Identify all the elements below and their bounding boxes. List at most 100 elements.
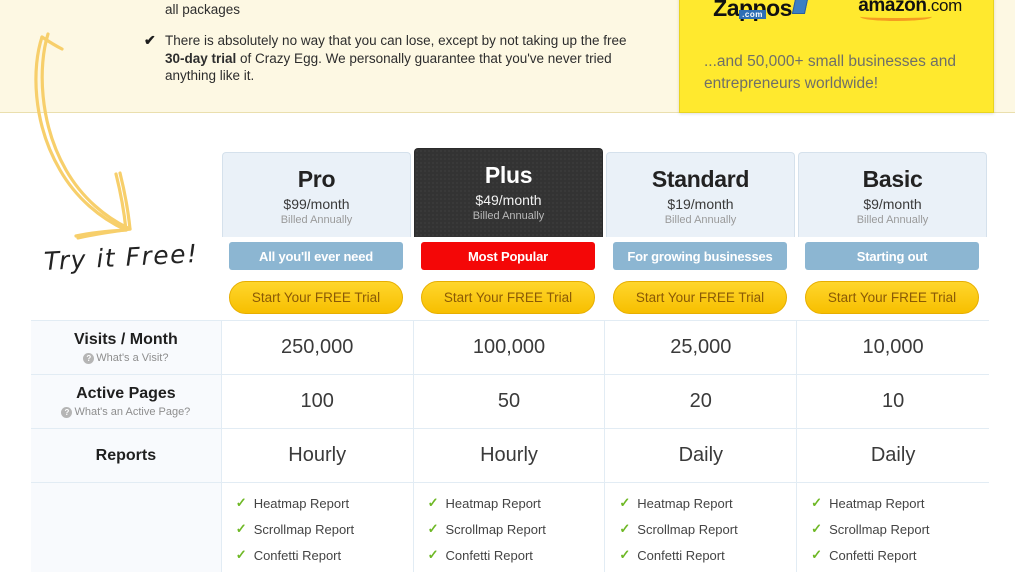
row-label-active-pages: Active Pages ? What's an Active Page? xyxy=(31,375,222,428)
row-label-empty xyxy=(31,483,222,572)
amazon-swoosh-icon xyxy=(860,12,933,21)
packages-partial-text: all packages xyxy=(165,2,241,17)
features-plus: ✓ Heatmap Report ✓ Scrollmap Report ✓ Confe… xyxy=(413,483,606,572)
plan-billing: Billed Annually xyxy=(664,214,737,226)
table-row: Active Pages ? What's an Active Page? 10… xyxy=(31,374,989,428)
feature-item: ✓ Scrollmap Report xyxy=(811,521,929,537)
guarantee-text-before: There is absolutely no way that you can … xyxy=(165,33,627,48)
plan-billing: Billed Annually xyxy=(280,214,353,226)
feature-label: Scrollmap Report xyxy=(637,521,738,537)
cell-reports-plus: Hourly xyxy=(413,429,606,482)
plan-name: Plus xyxy=(484,162,533,188)
feature-item: ✓ Heatmap Report xyxy=(428,495,541,511)
plan-price: $9/month xyxy=(863,196,922,212)
plan-billing: Billed Annually xyxy=(472,210,545,222)
table-row: ✓ Heatmap Report ✓ Scrollmap Report ✓ Confe… xyxy=(31,482,989,572)
pricing-header-row: Pro $99/month Billed Annually All you'll… xyxy=(31,148,989,320)
check-icon: ✓ xyxy=(619,495,631,510)
features-basic: ✓ Heatmap Report ✓ Scrollmap Report ✓ Confe… xyxy=(797,483,989,572)
question-mark-icon: ? xyxy=(61,406,73,418)
question-mark-icon: ? xyxy=(83,352,95,364)
feature-item: ✓ Confetti Report xyxy=(811,547,916,563)
feature-label: Heatmap Report xyxy=(637,495,733,511)
check-icon: ✓ xyxy=(427,495,439,510)
amazon-logo: amazon.com xyxy=(858,0,962,21)
cell-pages-pro: 100 xyxy=(221,375,414,428)
check-icon: ✓ xyxy=(427,521,439,536)
plan-name: Basic xyxy=(862,166,923,192)
start-trial-button-plus[interactable]: Start Your FREE Trial xyxy=(421,281,595,314)
check-icon: ✓ xyxy=(811,521,823,536)
start-trial-button-basic[interactable]: Start Your FREE Trial xyxy=(805,281,979,314)
plan-card-basic[interactable]: Basic $9/month Billed Annually xyxy=(798,152,987,237)
check-icon: ✓ xyxy=(811,495,823,510)
row-label-text: Active Pages xyxy=(76,385,176,402)
feature-label: Confetti Report xyxy=(253,547,342,563)
plan-card-plus[interactable]: Plus $49/month Billed Annually xyxy=(414,148,603,237)
plan-name: Standard xyxy=(651,166,750,192)
feature-label: Confetti Report xyxy=(637,547,725,563)
feature-item: ✓ Confetti Report xyxy=(428,547,533,563)
cell-visits-pro: 250,000 xyxy=(221,321,414,374)
feature-item: ✓ Heatmap Report xyxy=(619,495,732,511)
row-label-text: Reports xyxy=(95,446,157,464)
plan-card-standard[interactable]: Standard $19/month Billed Annually xyxy=(606,152,795,237)
plan-name: Pro xyxy=(297,166,336,192)
plan-card-pro[interactable]: Pro $99/month Billed Annually xyxy=(222,152,411,237)
row-label-reports: Reports xyxy=(31,429,222,482)
cell-reports-standard: Daily xyxy=(605,429,798,482)
help-link-visits[interactable]: ? What's a Visit? xyxy=(83,352,169,364)
start-trial-button-standard[interactable]: Start Your FREE Trial xyxy=(613,281,787,314)
feature-label: Heatmap Report xyxy=(445,495,541,511)
plan-badge-pro: All you'll ever need xyxy=(229,242,403,270)
zappos-dotcom: .com xyxy=(739,10,766,19)
features-standard: ✓ Heatmap Report ✓ Scrollmap Report ✓ Confe… xyxy=(605,483,798,572)
cell-reports-basic: Daily xyxy=(797,429,989,482)
cell-reports-pro: Hourly xyxy=(221,429,414,482)
feature-item: ✓ Heatmap Report xyxy=(811,495,924,511)
feature-item: ✓ Confetti Report xyxy=(236,547,341,563)
row-label-text: Visits / Month xyxy=(74,331,178,348)
plan-badge-standard: For growing businesses xyxy=(613,242,787,270)
zappos-logo: Zappos .com xyxy=(713,0,810,22)
feature-item: ✓ Scrollmap Report xyxy=(619,521,737,537)
check-icon: ✓ xyxy=(811,547,823,562)
check-icon: ✓ xyxy=(619,547,631,562)
feature-label: Scrollmap Report xyxy=(445,521,546,537)
plan-badge-plus: Most Popular xyxy=(421,242,595,270)
row-label-visits: Visits / Month ? What's a Visit? xyxy=(31,321,222,374)
cell-pages-standard: 20 xyxy=(605,375,798,428)
social-proof-text: ...and 50,000+ small businesses and entr… xyxy=(704,53,957,92)
feature-item: ✓ Scrollmap Report xyxy=(236,521,354,537)
cell-pages-basic: 10 xyxy=(797,375,989,428)
feature-item: ✓ Scrollmap Report xyxy=(428,521,546,537)
label-column-header xyxy=(31,148,222,320)
feature-label: Confetti Report xyxy=(445,547,533,563)
plan-badge-basic: Starting out xyxy=(805,242,979,270)
cell-visits-plus: 100,000 xyxy=(413,321,606,374)
plan-price: $19/month xyxy=(667,196,734,212)
feature-label: Scrollmap Report xyxy=(253,521,355,537)
social-proof-box: Zappos .com amazon.com ...and 50,000+ sm… xyxy=(679,0,994,113)
check-icon: ✓ xyxy=(235,547,247,562)
check-icon: ✓ xyxy=(619,521,631,536)
check-icon: ✓ xyxy=(427,547,439,562)
feature-item: ✓ Confetti Report xyxy=(619,547,724,563)
help-link-active-pages[interactable]: ? What's an Active Page? xyxy=(61,406,190,418)
feature-label: Scrollmap Report xyxy=(829,521,930,537)
guarantee-item: ✔ There is absolutely no way that you ca… xyxy=(140,32,640,85)
zappos-flag-icon xyxy=(791,0,810,14)
cell-pages-plus: 50 xyxy=(413,375,606,428)
check-icon: ✓ xyxy=(235,495,247,510)
help-link-text: What's a Visit? xyxy=(96,352,169,364)
check-icon: ✓ xyxy=(235,521,247,536)
plan-price: $49/month xyxy=(475,192,542,208)
feature-label: Confetti Report xyxy=(829,547,917,563)
plan-billing: Billed Annually xyxy=(856,214,929,226)
features-pro: ✓ Heatmap Report ✓ Scrollmap Report ✓ Confe… xyxy=(221,483,414,572)
table-row: Reports Hourly Hourly Daily Daily xyxy=(31,428,989,482)
start-trial-button-pro[interactable]: Start Your FREE Trial xyxy=(229,281,403,314)
guarantee-list: all packages ✔ There is absolutely no wa… xyxy=(140,0,640,85)
help-link-text: What's an Active Page? xyxy=(74,406,191,418)
feature-label: Heatmap Report xyxy=(829,495,925,511)
